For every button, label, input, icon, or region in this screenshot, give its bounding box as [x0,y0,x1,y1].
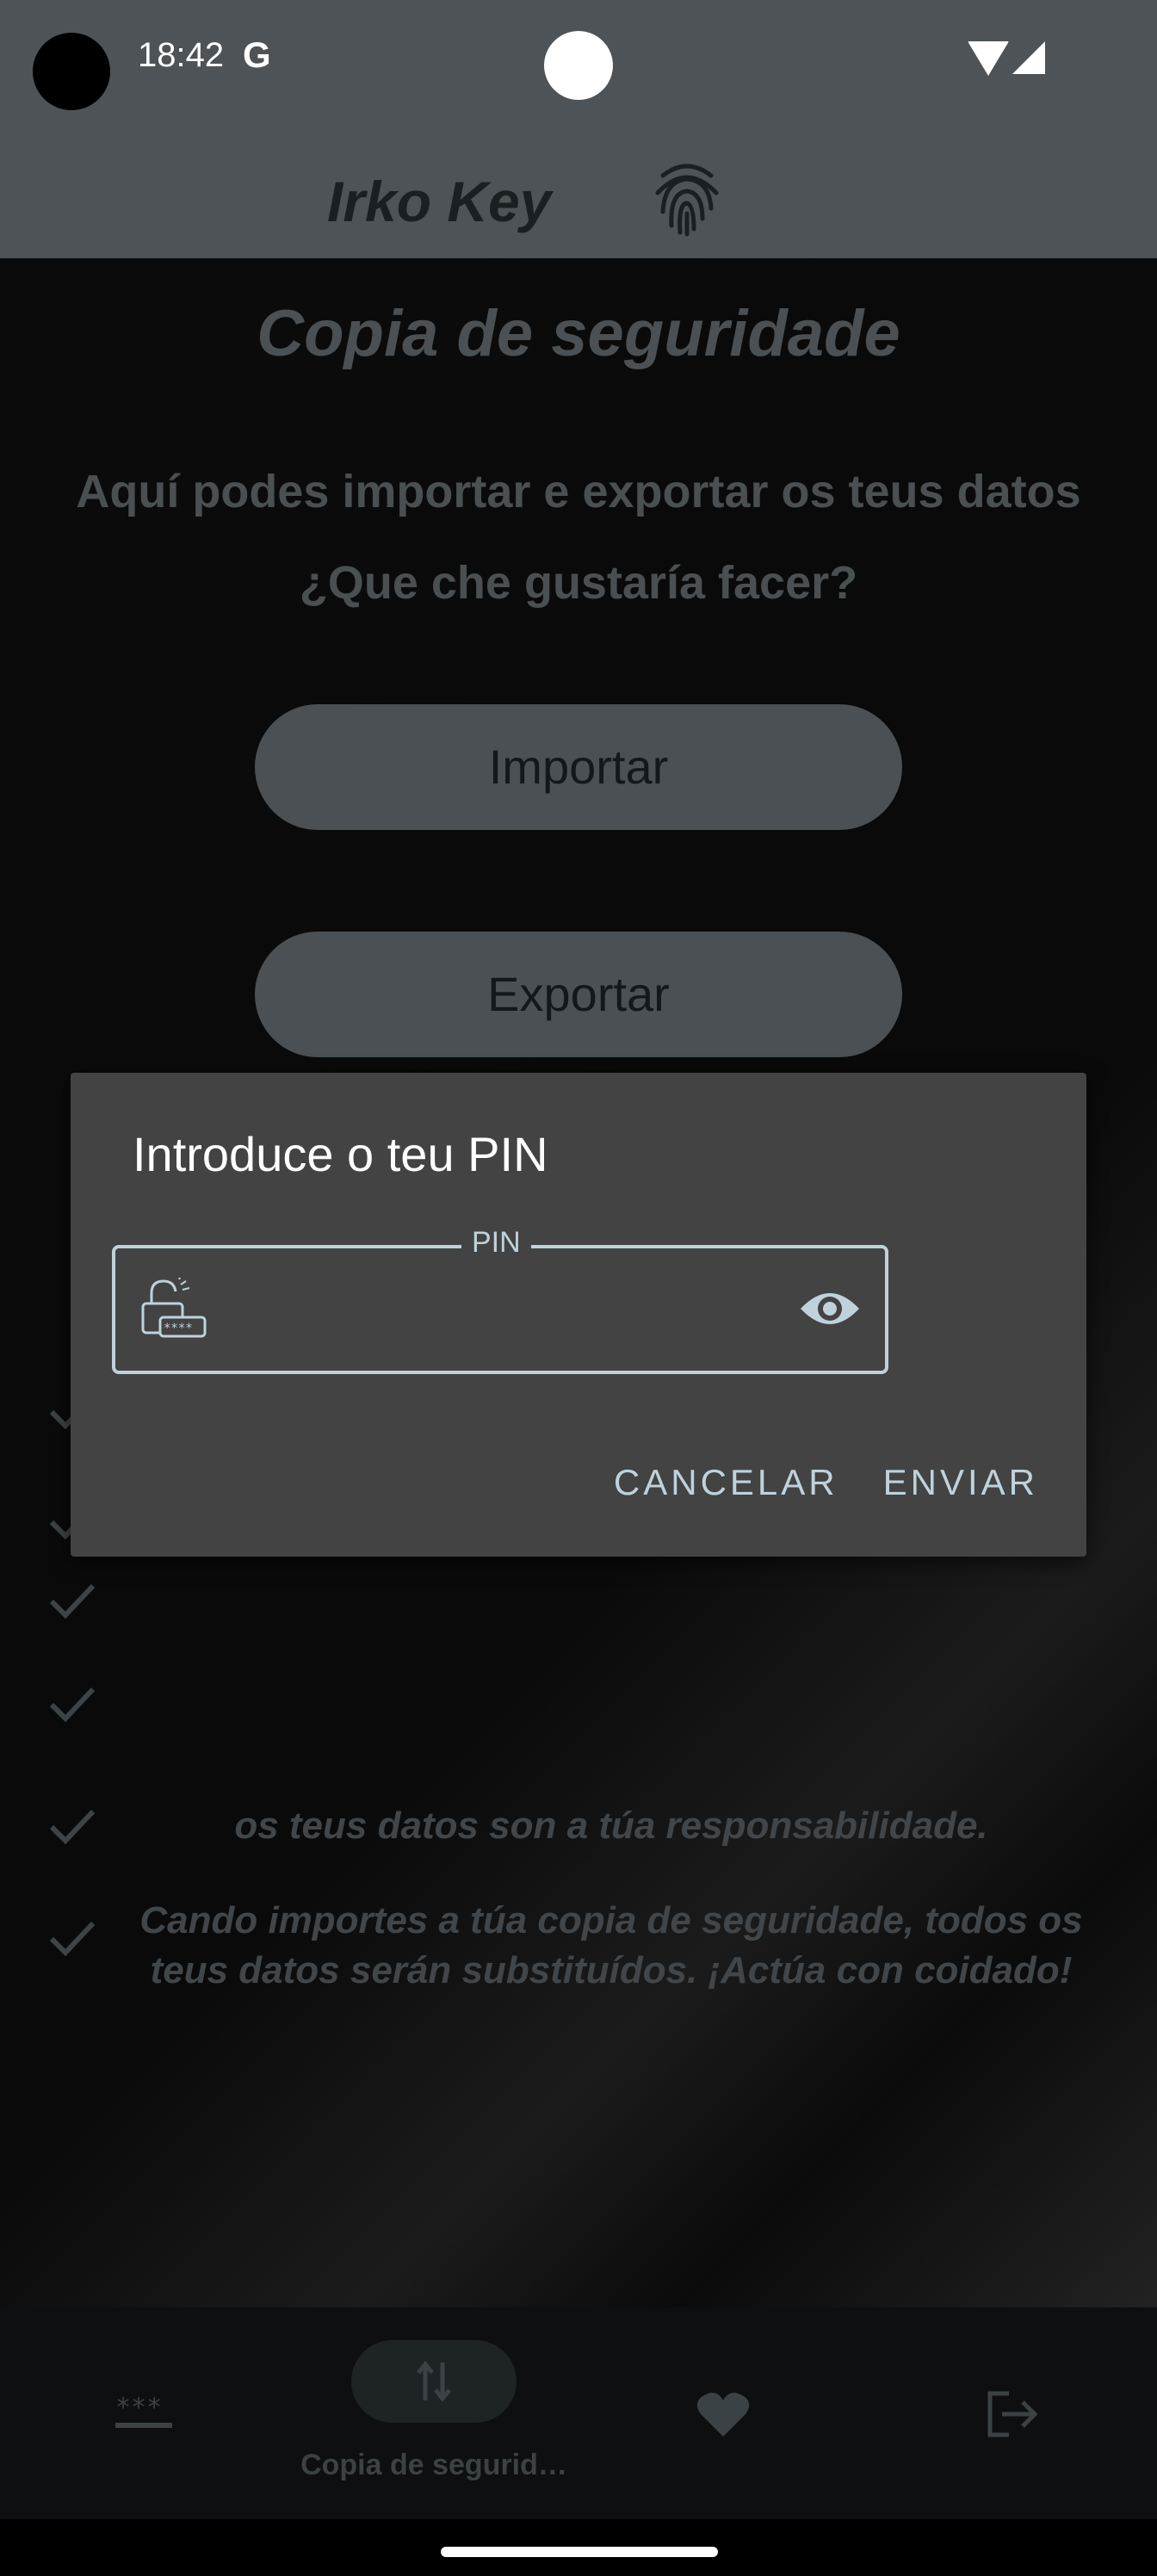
google-icon: G [243,34,271,75]
swap-vertical-icon [417,2360,451,2403]
visibility-icon[interactable] [799,1286,861,1331]
fingerprint-icon [655,164,719,237]
nav-item-logout[interactable] [868,2307,1157,2519]
home-indicator[interactable] [441,2547,718,2557]
nav-item-favorites[interactable] [578,2307,868,2519]
app-bar: Irko Key [0,121,1157,258]
intro-line-2: ¿Que che gustaría facer? [299,557,858,609]
clock: 18:42 [138,36,225,74]
page-title: Copia de seguridade [257,297,900,370]
heart-icon [696,2393,750,2437]
logout-icon [987,2391,1038,2437]
password-icon: *** [115,2397,172,2428]
intro-text: Aquí podes importar e exportar os teus d… [0,446,1157,629]
status-bar: 18:42 G [0,0,1157,121]
lock-pin-icon: **** [141,1278,207,1338]
check-icon [49,1921,96,1957]
check-icon [49,1583,96,1619]
dialog-title: Introduce o teu PIN [133,1127,548,1181]
nav-item-passwords[interactable]: *** [0,2307,289,2519]
signal-icon [1012,41,1045,74]
nav-label-backup: Copia de segurid… [300,2449,567,2481]
bottom-navigation: *** Copia de segurid… [0,2307,1157,2519]
camera-cutout [33,33,110,110]
pin-field-label: PIN [461,1226,531,1260]
wifi-icon [968,41,1009,76]
pin-field[interactable]: PIN **** [112,1226,888,1374]
nav-item-backup[interactable]: Copia de segurid… [289,2307,578,2519]
screen: 18:42 G Irko Key Copia de seguridade Aqu… [0,0,1157,2576]
intro-line-1: Aquí podes importar e exportar os teus d… [76,466,1081,517]
front-camera [544,31,613,100]
list-item-text: os teus datos son a túa responsabilidade… [234,1805,988,1847]
gesture-area [0,2519,1157,2576]
pin-input[interactable] [236,1274,773,1345]
svg-text:***: *** [115,2397,162,2423]
export-button[interactable]: Exportar [255,932,902,1057]
cancel-button[interactable]: CANCELAR [614,1462,838,1503]
dialog-actions: CANCELAR ENVIAR [614,1462,1038,1503]
check-icon [49,1809,96,1845]
list-item-text: Cando importes a túa copia de seguridade… [139,1899,1083,1991]
import-button[interactable]: Importar [255,704,902,830]
check-icon [49,1687,96,1723]
pin-dialog: Introduce o teu PIN PIN **** CANCELAR EN… [71,1073,1086,1557]
app-title: Irko Key [327,170,552,233]
svg-text:****: **** [164,1322,193,1335]
submit-button[interactable]: ENVIAR [883,1462,1038,1503]
